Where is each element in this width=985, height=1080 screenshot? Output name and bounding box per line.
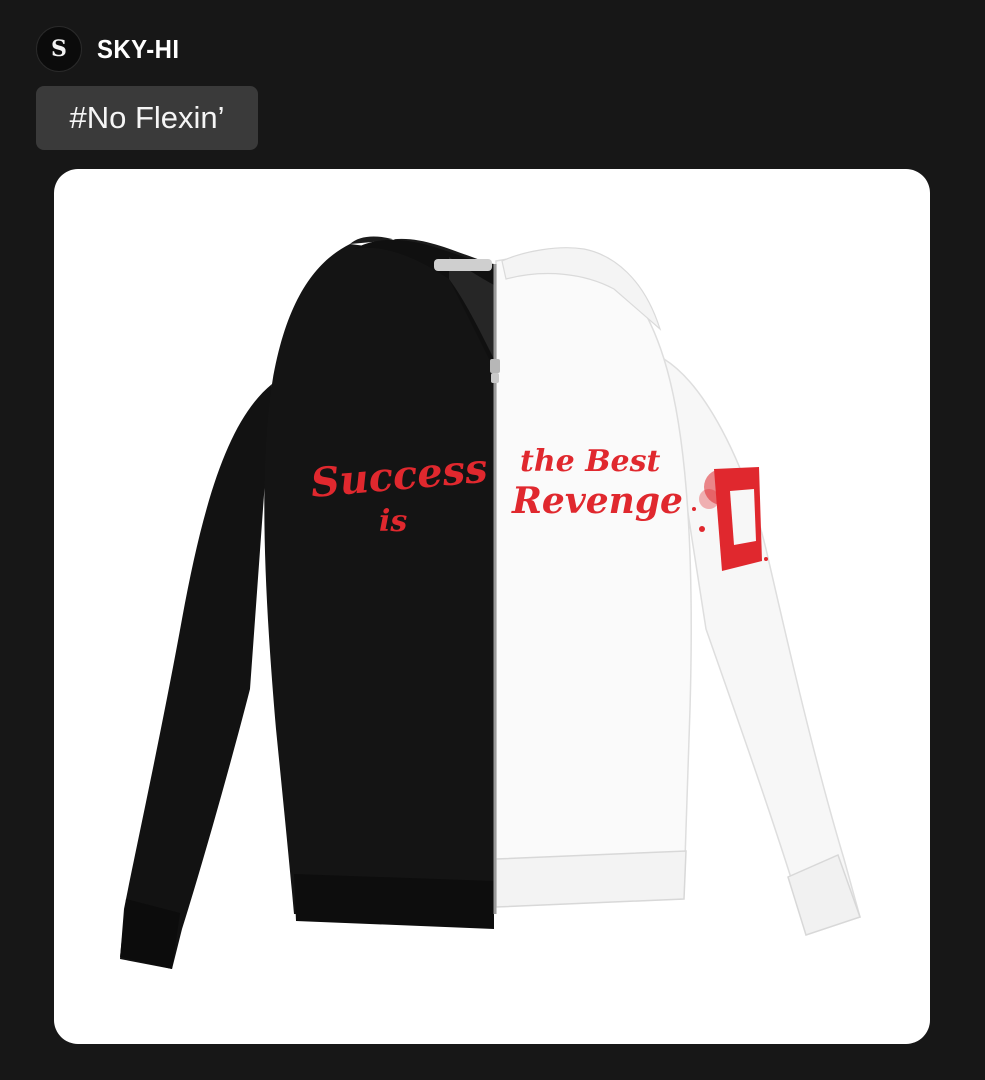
print-revenge-text: Revenge (511, 480, 683, 522)
author-name[interactable]: SKY-HI (97, 34, 180, 65)
avatar-logo-icon: S (51, 36, 67, 62)
post-header: S SKY-HI (36, 26, 187, 72)
hoodie-image: Success is the Best Revenge (120, 236, 861, 969)
print-is-text: is (379, 504, 407, 539)
print-the-best-text: the Best (520, 444, 661, 479)
product-image-card[interactable]: Success is the Best Revenge (54, 169, 930, 1044)
hashtag-chip[interactable]: #No Flexin’ (36, 86, 258, 150)
avatar[interactable]: S (36, 26, 82, 72)
